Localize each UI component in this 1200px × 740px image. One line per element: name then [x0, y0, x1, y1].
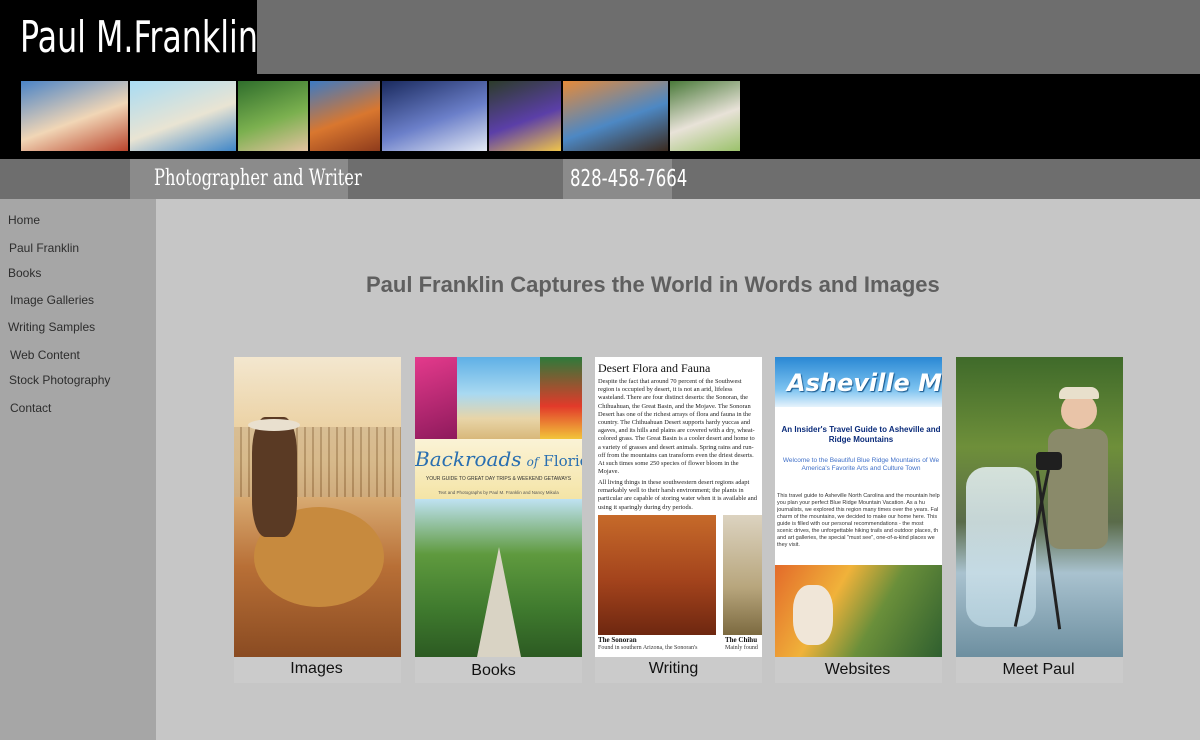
waterfall-water [966, 467, 1036, 627]
photo-text-2: Mainly found [725, 645, 758, 651]
banner-thumb-city-skyline [382, 81, 487, 151]
meet-paul-caption[interactable]: Meet Paul [955, 661, 1122, 679]
logo[interactable]: Paul M.Franklin [0, 0, 258, 74]
sidebar-item-image-galleries[interactable]: Image Galleries [10, 293, 94, 307]
site-header-text: Asheville Moun [787, 369, 942, 397]
cowboy-hat [248, 419, 300, 431]
banner-thumb-sailboat-temple [130, 81, 236, 151]
banner-thumb-children-with-lobster [21, 81, 128, 151]
banner-thumb-boy-with-dog [238, 81, 308, 151]
tagline-box: Photographer and Writer [130, 159, 362, 199]
article-paragraph-1: Despite the fact that around 70 percent … [598, 378, 755, 476]
photo-caption-2: The Chihu [725, 636, 758, 644]
book-title-of: of [526, 455, 539, 469]
tagline: Photographer and Writer [154, 166, 362, 191]
sidebar-item-contact[interactable]: Contact [10, 401, 51, 415]
books-caption[interactable]: Books [410, 662, 577, 680]
phone-number: 828-458-7664 [570, 166, 688, 192]
banner-thumb-delicate-arch [310, 81, 380, 151]
paul-hat [1059, 387, 1099, 399]
websites-card[interactable]: Asheville Moun An Insider's Travel Guide… [775, 357, 942, 657]
site-text: This travel guide to Asheville North Car… [777, 493, 940, 548]
site-welcome: Welcome to the Beautiful Blue Ridge Moun… [782, 457, 940, 472]
site-header: Asheville Moun [775, 357, 942, 407]
book-title-place: Florida [543, 452, 582, 470]
writing-card[interactable]: Desert Flora and Fauna Despite the fact … [595, 357, 762, 657]
book-title-script: Backroads [415, 447, 522, 471]
book-subtitle: YOUR GUIDE TO GREAT DAY TRIPS & WEEKEND … [425, 476, 572, 482]
photo-caption-1: The Sonoran [598, 636, 637, 644]
banner-thumbnails [21, 81, 742, 151]
sidebar-item-web-content[interactable]: Web Content [10, 348, 80, 362]
sidebar-nav: Home Paul Franklin Books Image Galleries… [0, 199, 156, 740]
site-title: An Insider's Travel Guide to Asheville a… [781, 425, 941, 444]
logo-text: Paul M.Franklin [20, 12, 258, 63]
book-authors: Text and Photographs by Paul M. Franklin… [438, 490, 559, 495]
photo-text-1: Found in southern Arizona, the Sonoran's [598, 645, 698, 651]
road-shape [477, 547, 521, 657]
chihuahuan-photo [723, 515, 762, 635]
article-title: Desert Flora and Fauna [598, 361, 711, 375]
meet-paul-card[interactable] [956, 357, 1123, 657]
writing-caption[interactable]: Writing [590, 660, 757, 678]
article-paragraph-2: All living things in these southwestern … [598, 479, 757, 511]
sonoran-photo [598, 515, 716, 635]
phone-box: 828-458-7664 [563, 159, 687, 199]
rider-shape [252, 417, 297, 537]
banner-thumb-white-tiger [670, 81, 740, 151]
sidebar-item-home[interactable]: Home [8, 213, 40, 227]
article-text: Despite the fact that around 70 percent … [598, 378, 758, 486]
banner-thumb-coastal-sunset [563, 81, 668, 151]
sidebar-item-books[interactable]: Books [8, 266, 41, 280]
camera-shape [1036, 452, 1062, 470]
books-card[interactable]: Backroads of Florida YOUR GUIDE TO GREAT… [415, 357, 582, 657]
parrot-photo [540, 357, 582, 439]
book-title: Backroads of Florida [415, 447, 582, 471]
websites-caption[interactable]: Websites [774, 661, 941, 679]
sidebar-item-writing-samples[interactable]: Writing Samples [8, 320, 95, 334]
sidebar-item-paul-franklin[interactable]: Paul Franklin [9, 241, 79, 255]
orchid-photo [415, 357, 457, 439]
beach-photo [457, 357, 540, 439]
page-headline: Paul Franklin Captures the World in Word… [366, 272, 940, 297]
paul-body [1048, 429, 1108, 549]
images-card[interactable] [234, 357, 401, 657]
images-caption[interactable]: Images [233, 660, 400, 678]
banner-thumb-iris-flower [489, 81, 561, 151]
musician-shape [793, 585, 833, 645]
sidebar-item-stock-photography[interactable]: Stock Photography [9, 373, 110, 387]
